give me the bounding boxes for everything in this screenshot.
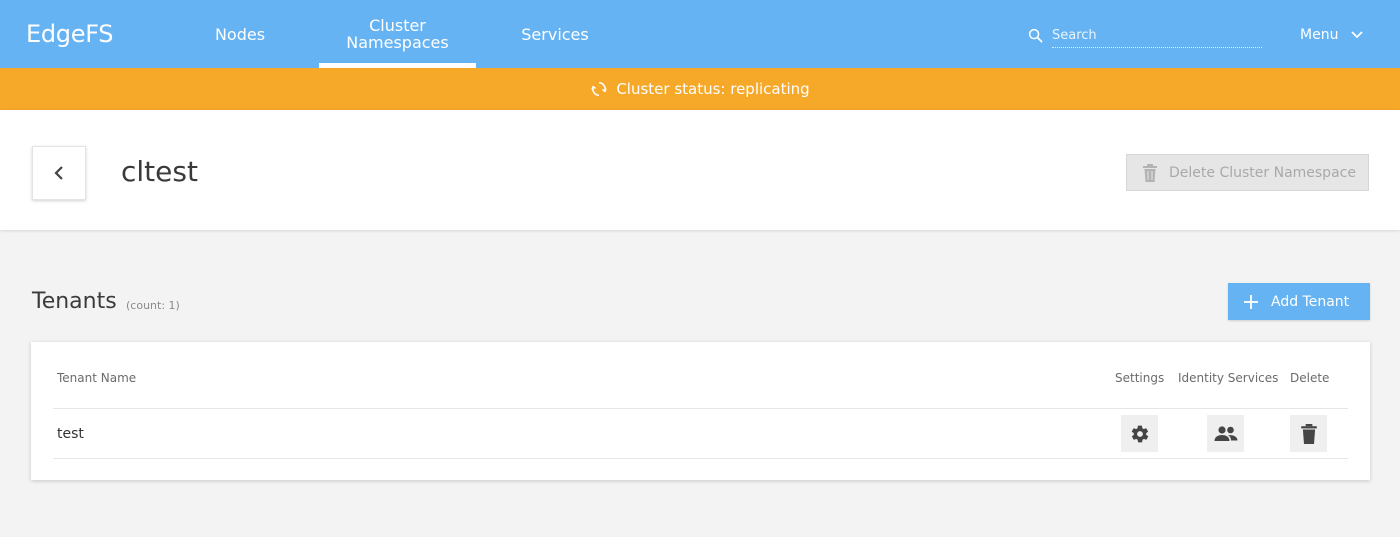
page-title: cltest xyxy=(121,155,198,188)
tenants-count: (count: 1) xyxy=(126,299,180,312)
add-tenant-button[interactable]: Add Tenant xyxy=(1228,283,1370,320)
cluster-status-text: Cluster status: replicating xyxy=(616,80,810,98)
nav-cluster-namespaces-label-line1: Cluster xyxy=(369,16,426,35)
column-header-delete: Delete xyxy=(1290,371,1330,385)
back-button[interactable] xyxy=(32,146,86,200)
add-tenant-label: Add Tenant xyxy=(1271,293,1350,310)
row-divider xyxy=(53,458,1348,459)
tenant-delete-button[interactable] xyxy=(1290,415,1327,452)
menu-dropdown[interactable]: Menu xyxy=(1300,24,1364,46)
people-icon xyxy=(1214,425,1237,441)
search-icon xyxy=(1028,28,1043,43)
nav-services[interactable]: Services xyxy=(510,0,600,68)
nav-cluster-namespaces[interactable]: Cluster Namespaces xyxy=(319,0,476,68)
nav-services-label: Services xyxy=(521,24,589,44)
search-input[interactable] xyxy=(1052,24,1262,48)
delete-cluster-namespace-label: Delete Cluster Namespace xyxy=(1169,164,1356,181)
column-header-tenant-name: Tenant Name xyxy=(57,371,137,385)
tenant-identity-services-button[interactable] xyxy=(1207,415,1244,452)
trash-icon xyxy=(1300,423,1317,444)
tenants-table: Tenant Name Settings Identity Services D… xyxy=(31,342,1370,480)
nav-cluster-namespaces-label-line2: Namespaces xyxy=(346,33,449,52)
top-navbar: EdgeFS Nodes Cluster Namespaces Services… xyxy=(0,0,1400,68)
page-header: cltest Delete Cluster Namespace xyxy=(0,110,1400,230)
nav-nodes-label: Nodes xyxy=(214,24,266,44)
header-divider xyxy=(53,408,1348,409)
search-box xyxy=(1028,24,1262,48)
column-header-settings: Settings xyxy=(1115,371,1165,385)
menu-label: Menu xyxy=(1300,27,1339,43)
delete-cluster-namespace-button[interactable]: Delete Cluster Namespace xyxy=(1126,154,1369,191)
column-header-identity-services: Identity Services xyxy=(1178,371,1279,385)
trash-icon xyxy=(1143,163,1157,182)
sync-icon xyxy=(591,81,608,97)
tenant-settings-button[interactable] xyxy=(1121,415,1158,452)
plus-icon xyxy=(1244,294,1258,309)
nav-nodes[interactable]: Nodes xyxy=(200,0,280,68)
chevron-left-icon xyxy=(54,166,63,180)
tenants-title: Tenants xyxy=(32,289,117,314)
brand-logo[interactable]: EdgeFS xyxy=(26,20,114,48)
tenant-name-cell[interactable]: test xyxy=(57,426,84,442)
cluster-status-bar: Cluster status: replicating xyxy=(0,68,1400,110)
gear-icon xyxy=(1131,425,1148,442)
chevron-down-icon xyxy=(1351,31,1364,39)
